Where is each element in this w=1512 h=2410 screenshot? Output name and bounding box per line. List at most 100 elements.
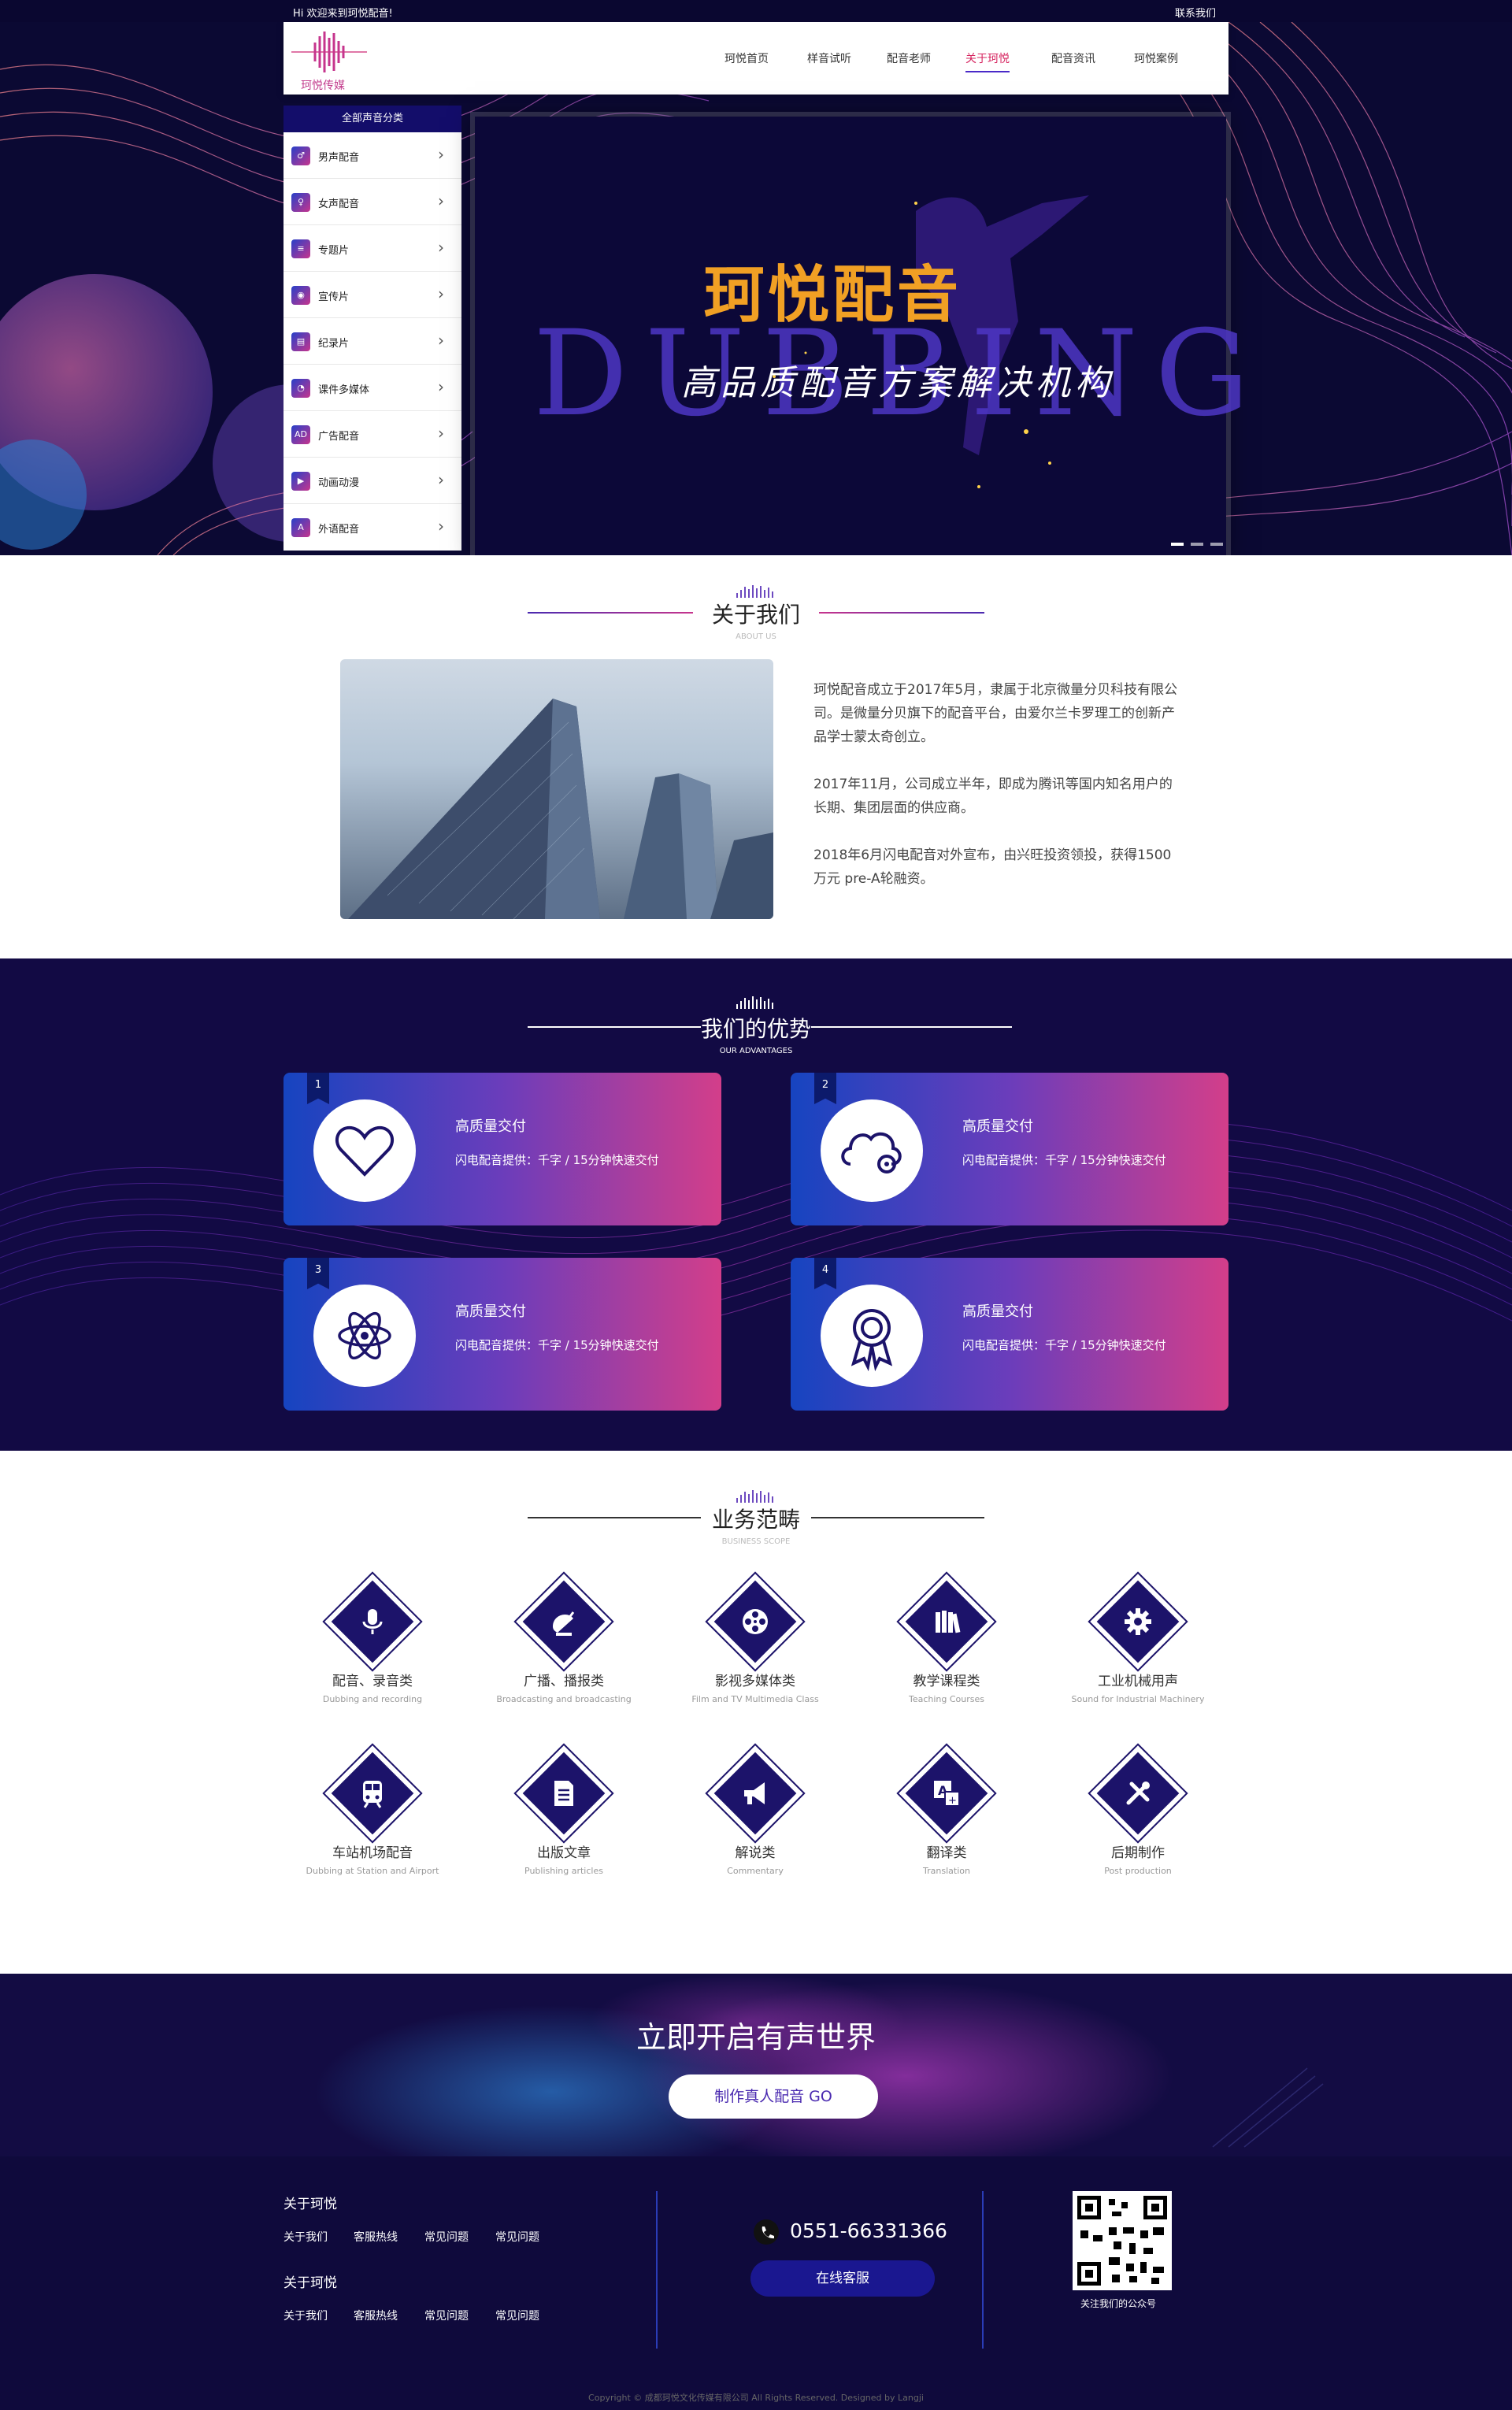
category-item-feature[interactable]: ≡ 专题片 › [284, 225, 461, 272]
nav-home[interactable]: 珂悦首页 [724, 50, 769, 66]
ad-icon: AD [291, 425, 310, 444]
section-subtitle: ABOUT US [736, 632, 776, 641]
megaphone-icon [744, 1782, 765, 1804]
footer-link[interactable]: 常见问题 [424, 2229, 469, 2245]
card-description: 闪电配音提供：千字 / 15分钟快速交付 [962, 1153, 1166, 1167]
card-title: 高质量交付 [962, 1118, 1033, 1135]
carousel-dot[interactable] [1210, 543, 1224, 546]
welcome-text: Hi 欢迎来到珂悦配音! [293, 8, 393, 20]
cta-background-smoke [315, 1974, 1324, 2156]
about-image-building [340, 659, 773, 919]
section-subtitle: BUSINESS SCOPE [721, 1537, 791, 1546]
translate-icon: A+ [934, 1781, 960, 1807]
business-item[interactable]: 工业机械用声 Sound for Industrial Machinery [1059, 1570, 1217, 1704]
nav-news[interactable]: 配音资讯 [1051, 50, 1095, 66]
card-title: 高质量交付 [455, 1118, 526, 1135]
chevron-right-icon: › [438, 377, 444, 396]
carousel-dot[interactable] [1191, 543, 1204, 546]
business-item[interactable]: A + 翻译类 Translation [868, 1742, 1025, 1876]
gear-icon [1125, 1608, 1151, 1635]
nav-about[interactable]: 关于珂悦 [965, 50, 1010, 72]
chevron-right-icon: › [438, 424, 444, 443]
train-icon [363, 1781, 382, 1808]
qr-caption: 关注我们的公众号 [1080, 2298, 1157, 2309]
advantages-header: 我们的优势 OUR ADVANTAGES [0, 1012, 1512, 1055]
camera-icon: ▶ [291, 472, 310, 491]
business-item[interactable]: 出版文章 Publishing articles [485, 1742, 643, 1876]
footer-divider [982, 2191, 984, 2349]
category-label: 纪录片 [318, 338, 350, 350]
brand-logo[interactable]: 珂悦传媒 [291, 28, 367, 92]
section-title: 业务范畴 [711, 1507, 800, 1533]
advantage-card[interactable]: 3 高质量交付 闪电配音提供：千字 / 15分钟快速交付 [284, 1258, 721, 1411]
footer-link[interactable]: 常见问题 [495, 2308, 539, 2323]
card-icon-circle [313, 1099, 416, 1202]
card-description: 闪电配音提供：千字 / 15分钟快速交付 [962, 1338, 1166, 1352]
category-label: 动画动漫 [318, 477, 360, 489]
advantage-card[interactable]: 2 高质量交付 闪电配音提供：千字 / 15分钟快速交付 [791, 1073, 1228, 1225]
record-icon: ▤ [291, 332, 310, 351]
cta-go-button[interactable]: 制作真人配音 GO [669, 2074, 878, 2119]
footer-link[interactable]: 关于我们 [284, 2229, 328, 2245]
soundwave-icon [736, 996, 773, 1009]
nav-cases[interactable]: 珂悦案例 [1134, 50, 1178, 66]
hero-banner[interactable]: DUBBING 珂悦配音 高品质配音方案解决机构 [475, 117, 1249, 555]
business-item[interactable]: 后期制作 Post production [1059, 1742, 1217, 1876]
category-label: 男声配音 [318, 152, 360, 164]
category-item-animation[interactable]: ▶ 动画动漫 › [284, 458, 461, 504]
business-item[interactable]: 配音、录音类 Dubbing and recording [294, 1570, 451, 1704]
male-voice-icon: ♂ [291, 146, 310, 165]
business-item[interactable]: 解说类 Commentary [676, 1742, 834, 1876]
chevron-right-icon: › [438, 470, 444, 489]
film-reel-icon: ◉ [291, 286, 310, 305]
phone-number: 0551-66331366 [790, 2219, 947, 2242]
nav-samples[interactable]: 样音试听 [807, 50, 851, 66]
footer-link[interactable]: 关于我们 [284, 2308, 328, 2323]
category-item-documentary[interactable]: ▤ 纪录片 › [284, 318, 461, 365]
document-icon: ≡ [291, 239, 310, 258]
card-icon-circle [821, 1099, 923, 1202]
business-item[interactable]: 教学课程类 Teaching Courses [868, 1570, 1025, 1704]
card-icon-circle [821, 1285, 923, 1387]
chevron-right-icon: › [438, 517, 444, 536]
category-item-courseware[interactable]: ◔ 课件多媒体 › [284, 365, 461, 411]
business-item[interactable]: 影视多媒体类 Film and TV Multimedia Class [676, 1570, 834, 1704]
category-item-ad[interactable]: AD 广告配音 › [284, 411, 461, 458]
card-description: 闪电配音提供：千字 / 15分钟快速交付 [455, 1338, 659, 1352]
advantage-card[interactable]: 1 高质量交付 闪电配音提供：千字 / 15分钟快速交付 [284, 1073, 721, 1225]
about-header: 关于我们 ABOUT US [0, 598, 1512, 641]
footer-divider [656, 2191, 658, 2349]
category-title: 全部声音分类 [284, 106, 461, 132]
footer-link[interactable]: 客服热线 [354, 2229, 398, 2245]
advantage-card[interactable]: 4 高质量交付 闪电配音提供：千字 / 15分钟快速交付 [791, 1258, 1228, 1411]
business-label-en: Dubbing at Station and Airport [306, 1866, 439, 1876]
category-item-promo[interactable]: ◉ 宣传片 › [284, 272, 461, 318]
business-label-en: Translation [923, 1866, 970, 1876]
main-nav: 珂悦传媒 珂悦首页 样音试听 配音老师 关于珂悦 配音资讯 珂悦案例 [284, 22, 1228, 95]
category-panel: 全部声音分类 ♂ 男声配音 › ♀ 女声配音 › ≡ 专题片 › ◉ 宣传片 ›… [284, 106, 461, 551]
category-item-male[interactable]: ♂ 男声配音 › [284, 132, 461, 179]
business-label-en: Dubbing and recording [322, 1694, 423, 1704]
category-item-female[interactable]: ♀ 女声配音 › [284, 179, 461, 225]
atom-icon [338, 1311, 391, 1360]
chevron-right-icon: › [438, 145, 444, 164]
business-label-en: Teaching Courses [908, 1694, 985, 1704]
language-icon: A [291, 518, 310, 537]
nav-teachers[interactable]: 配音老师 [887, 50, 931, 66]
business-section: 业务范畴 BUSINESS SCOPE 配音、录音类 Dubbing and r… [0, 1451, 1512, 1974]
category-item-foreign[interactable]: A 外语配音 › [284, 504, 461, 551]
books-icon [936, 1611, 961, 1633]
business-item[interactable]: 车站机场配音 Dubbing at Station and Airport [294, 1742, 451, 1876]
section-title: 关于我们 [711, 602, 800, 628]
footer-link[interactable]: 常见问题 [495, 2229, 539, 2245]
carousel-dot[interactable] [1171, 543, 1184, 546]
banner-title: 珂悦配音 [703, 259, 962, 331]
carousel-dots [1168, 534, 1224, 549]
online-service-button[interactable]: 在线客服 [750, 2260, 935, 2297]
svg-text:+: + [948, 1795, 957, 1807]
about-section: 关于我们 ABOUT US 珂悦配音成立于2017年5月，隶属于北京微量分贝科技… [0, 555, 1512, 958]
contact-link[interactable]: 联系我们 [1175, 5, 1216, 20]
footer-link[interactable]: 常见问题 [424, 2308, 469, 2323]
business-item[interactable]: 广播、播报类 Broadcasting and broadcasting [485, 1570, 643, 1704]
footer-link[interactable]: 客服热线 [354, 2308, 398, 2323]
